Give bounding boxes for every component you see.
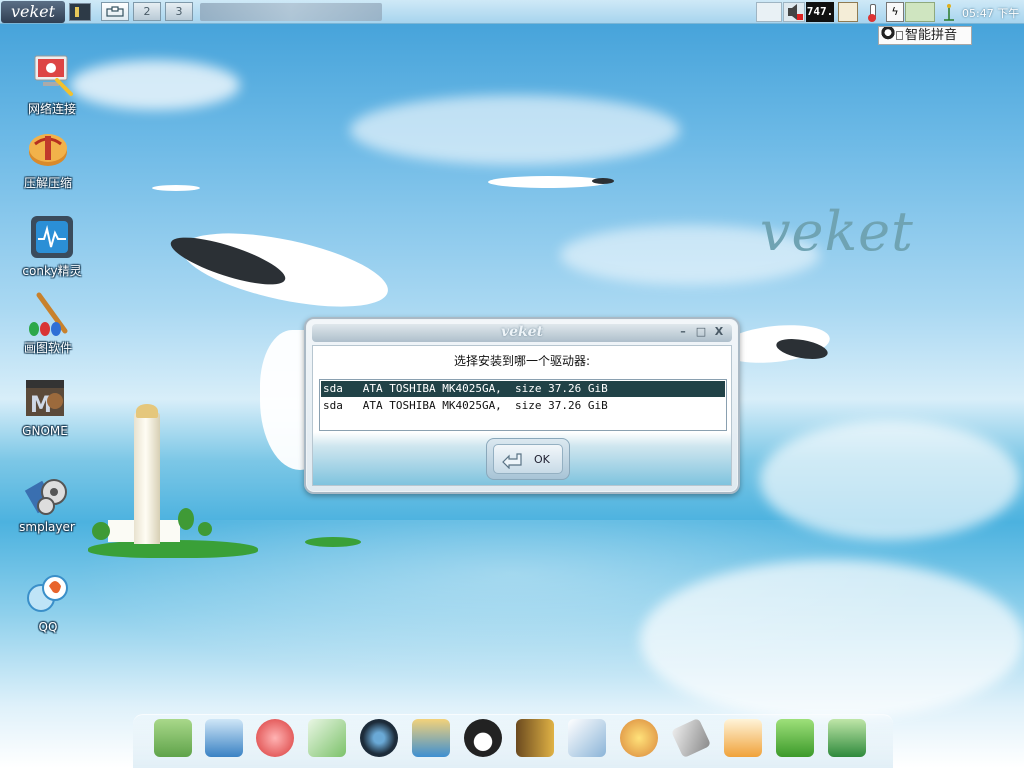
chart-app-icon[interactable]	[568, 719, 606, 757]
seagull-small	[152, 185, 200, 191]
tree	[198, 522, 212, 536]
desktop-icon-label: 压解压缩	[23, 176, 72, 190]
dialog-titlebar[interactable]: veket – □ X	[312, 324, 732, 342]
desktop-switch-icon	[106, 6, 124, 17]
maximize-button[interactable]: □	[694, 325, 708, 339]
drive-select-dialog: veket – □ X 选择安装到哪一个驱动器: sda ATA TOSHIBA…	[304, 317, 740, 494]
islet	[305, 537, 361, 547]
cpu-monitor[interactable]: 747.	[806, 2, 834, 22]
ok-button-label: OK	[534, 453, 550, 466]
desktop-icon-label: GNOME	[22, 424, 68, 438]
penguin-icon[interactable]	[464, 719, 502, 757]
desktop-icon-network[interactable]: 网络连接	[12, 52, 92, 117]
drive-list[interactable]: sda ATA TOSHIBA MK4025GA, size 37.26 GiB…	[319, 379, 727, 431]
island	[88, 540, 258, 558]
folder-icon[interactable]	[154, 719, 192, 757]
clipboard-tray-icon[interactable]	[838, 2, 858, 22]
clock[interactable]: 05:47 下午	[962, 5, 1019, 21]
minimize-button[interactable]: –	[676, 325, 690, 339]
desktop-icon-smplayer[interactable]: smplayer	[7, 472, 87, 534]
image-viewer-icon[interactable]	[724, 719, 762, 757]
volume-tray-icon[interactable]	[783, 2, 805, 22]
input-method-label: 智能拼音	[905, 28, 958, 43]
archive-icon	[25, 126, 71, 172]
drive-list-item-selected[interactable]: sda ATA TOSHIBA MK4025GA, size 37.26 GiB	[321, 381, 725, 397]
network-graph-icon[interactable]	[905, 2, 935, 22]
lighthouse	[134, 412, 160, 544]
input-method-indicator[interactable]: 智能拼音	[878, 26, 972, 45]
drive-list-item[interactable]: sda ATA TOSHIBA MK4025GA, size 37.26 GiB	[321, 398, 725, 414]
dialog-prompt: 选择安装到哪一个驱动器:	[453, 354, 591, 368]
workspace-3-button[interactable]: 3	[165, 2, 193, 21]
power-tray-icon[interactable]: ϟ	[886, 2, 904, 22]
seagull-small-tip	[592, 178, 614, 184]
speaker-muted-icon	[788, 4, 803, 20]
media-player-icon	[24, 472, 70, 518]
cloud	[70, 60, 240, 110]
ok-button-face: OK	[493, 444, 563, 474]
desktop-icon-gnome[interactable]: M GNOME	[5, 376, 85, 438]
thermometer-icon[interactable]	[862, 2, 882, 22]
cloud	[350, 95, 680, 165]
desktop-icon-label: smplayer	[19, 520, 75, 534]
qq-icon	[25, 572, 71, 618]
workspace-1-button[interactable]	[101, 2, 129, 21]
network-tray-icon[interactable]	[756, 2, 782, 22]
desktop-icon-label: 画图软件	[23, 341, 72, 355]
tree	[92, 522, 110, 540]
desktop-icon-label: 网络连接	[27, 102, 76, 116]
computer-icon[interactable]	[205, 719, 243, 757]
camera-icon[interactable]	[828, 719, 866, 757]
audio-player-icon[interactable]	[360, 719, 398, 757]
menu-logo-button[interactable]: veket	[1, 1, 65, 23]
house	[108, 520, 134, 542]
desktop-icon-archive[interactable]: 压解压缩	[8, 126, 88, 191]
desktop-icon-conky[interactable]: conky精灵	[12, 214, 92, 279]
dialog-title: veket	[500, 324, 544, 340]
penguin-icon	[881, 27, 895, 41]
game-icon[interactable]	[256, 719, 294, 757]
ok-button[interactable]: OK	[486, 438, 570, 480]
workspace-2-button[interactable]: 2	[133, 2, 161, 21]
dialog-body: 选择安装到哪一个驱动器: sda ATA TOSHIBA MK4025GA, s…	[312, 345, 732, 486]
gnome-icon: M	[22, 376, 68, 422]
desktop-icon-label: conky精灵	[22, 264, 82, 278]
desktop-icon-qq[interactable]: QQ	[8, 572, 88, 634]
lighthouse-lamp	[136, 404, 158, 418]
enter-arrow-icon	[502, 453, 522, 469]
wallpaper-brand-logo: veket	[760, 200, 914, 263]
desktop-icon-paint[interactable]: 画图软件	[8, 291, 88, 356]
lock-icon	[896, 31, 903, 40]
desktop-icon-label: QQ	[38, 620, 58, 634]
help-icon[interactable]	[776, 719, 814, 757]
monitor-icon	[29, 214, 75, 260]
taskbar-area[interactable]	[200, 3, 382, 21]
seagull-small	[488, 176, 608, 188]
show-desktop-button[interactable]	[69, 3, 91, 21]
messenger-icon[interactable]	[412, 719, 450, 757]
top-panel: veket 2 3 747. ϟ 05:47 下午	[0, 0, 1024, 24]
text-editor-icon[interactable]	[308, 719, 346, 757]
network-icon	[29, 52, 75, 98]
paint-palette-icon[interactable]	[620, 719, 658, 757]
house	[160, 520, 180, 542]
antenna-icon[interactable]	[938, 2, 960, 22]
close-button[interactable]: X	[712, 325, 726, 339]
notebook-icon[interactable]	[516, 719, 554, 757]
tree	[178, 508, 194, 530]
signal-icon	[944, 4, 954, 21]
paint-icon	[25, 291, 71, 337]
